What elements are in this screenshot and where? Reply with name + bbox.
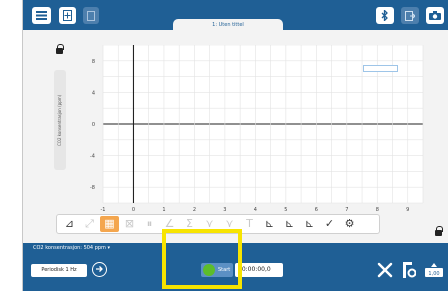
export-icon (405, 10, 415, 21)
fullscreen-icon: ⤢ (85, 217, 94, 230)
page-icon (87, 10, 95, 21)
top-toolbar: 1: Uten tittel (23, 0, 448, 31)
delete-page-button[interactable] (83, 7, 99, 24)
sampling-settings-button[interactable] (92, 262, 107, 277)
settings-gear-button[interactable]: ⚙ (340, 216, 359, 232)
axis-autoscale-button[interactable]: ⊾ (300, 216, 319, 232)
x-tick-label: 1 (162, 207, 165, 213)
chart-tool-icon: ⊿ (64, 217, 75, 230)
wrench-screwdriver-icon (377, 262, 393, 278)
x-tick-label: 0 (132, 207, 135, 213)
y-tick-label: 8 (92, 59, 95, 65)
text-icon: T (246, 217, 253, 230)
zero-scale-icon: 1,00 (425, 263, 443, 277)
axis-scale-button[interactable]: ⊾ (260, 216, 279, 232)
x-tick-label: 9 (406, 207, 409, 213)
pause-icon: ⏸ (146, 217, 153, 230)
x-tick-label: 7 (345, 207, 348, 213)
export-button[interactable] (401, 7, 419, 24)
check-button[interactable]: ✓ (320, 216, 339, 232)
data-table-icon: ▦ (104, 217, 115, 230)
y-tick-label: -8 (90, 185, 95, 191)
y-tick-label: 4 (92, 90, 95, 96)
bluetooth-icon (381, 10, 388, 21)
x-tick-label: 3 (223, 207, 226, 213)
legend-box (363, 65, 398, 72)
y-axis-title[interactable]: CO2 konsentrasjon (ppm) (54, 70, 66, 170)
camera-icon (429, 11, 441, 20)
x-tick-label: 4 (254, 207, 257, 213)
axis-zoom-button[interactable]: ⊾ (280, 216, 299, 232)
lock-icon[interactable] (56, 44, 64, 54)
bluetooth-button[interactable] (376, 7, 394, 24)
pause-button[interactable]: ⏸ (140, 216, 159, 232)
page-tab[interactable]: 1: Uten tittel (173, 19, 283, 31)
camera-button[interactable] (426, 7, 444, 24)
highlight-box (162, 229, 242, 289)
text-button[interactable]: T (240, 216, 259, 232)
y-tick-label: -4 (90, 154, 95, 160)
add-page-button[interactable] (59, 7, 76, 24)
x-tick-label: 5 (284, 207, 287, 213)
sensor-setup-button[interactable] (400, 262, 418, 278)
menu-button[interactable] (32, 7, 51, 24)
data-table-button[interactable]: ▦ (100, 216, 119, 232)
delete-button[interactable]: ⊠ (120, 216, 139, 232)
settings-gear-icon: ⚙ (344, 217, 355, 230)
add-page-icon (63, 10, 72, 21)
corner-lock-icon[interactable] (435, 226, 443, 236)
svg-text:1,00: 1,00 (428, 271, 439, 277)
check-icon: ✓ (324, 217, 335, 230)
sensor-setup-icon (403, 262, 416, 278)
x-tick-label: 6 (315, 207, 318, 213)
y-tick-label: 0 (92, 122, 95, 128)
x-tick-label: 8 (376, 207, 379, 213)
tools-button[interactable] (375, 262, 395, 278)
axis-autoscale-icon: ⊾ (304, 217, 315, 230)
timer-display: 00:00:00,0 (235, 263, 283, 277)
sampling-mode-button[interactable]: Periodisk 1 Hz (31, 264, 87, 277)
menu-icon (36, 11, 47, 20)
fullscreen-button[interactable]: ⤢ (80, 216, 99, 232)
x-tick-label: -1 (101, 207, 106, 213)
zero-sensor-button[interactable]: 1,00 (424, 262, 444, 278)
axis-scale-icon: ⊾ (264, 217, 275, 230)
x-tick-label: 2 (193, 207, 196, 213)
axis-zoom-icon: ⊾ (284, 217, 295, 230)
chart-tool-button[interactable]: ⊿ (60, 216, 79, 232)
delete-icon: ⊠ (124, 217, 135, 230)
arrow-right-icon (96, 266, 103, 272)
